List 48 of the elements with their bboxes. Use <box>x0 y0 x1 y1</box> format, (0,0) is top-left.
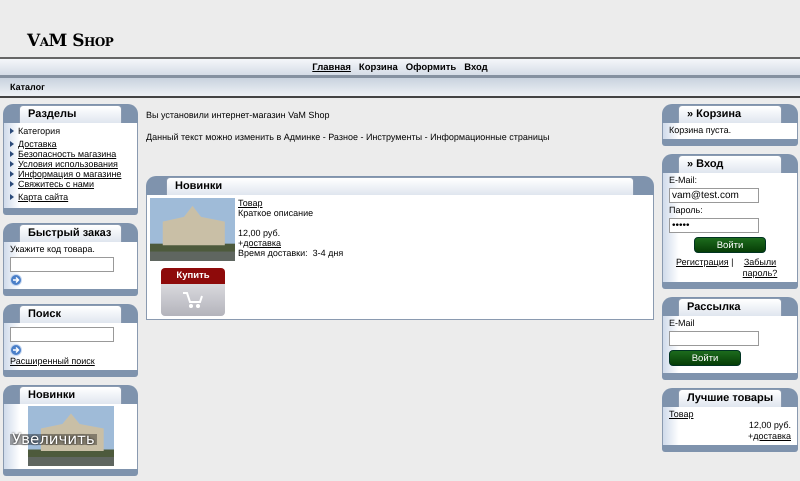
cart-message: Корзина пуста. <box>669 125 732 135</box>
product-description: Краткое описание <box>238 208 314 218</box>
box-title: Лучшие товары <box>678 389 782 407</box>
product-link[interactable]: Товар <box>238 198 344 208</box>
menu-link[interactable]: Свяжитесь с нами <box>18 179 94 189</box>
email-label: E-Mail <box>669 318 695 328</box>
hint-text: Укажите код товара. <box>10 244 95 254</box>
box-title: Новинки <box>166 177 634 195</box>
buy-button[interactable]: Купить <box>161 268 225 316</box>
email-label: E-Mail: <box>669 175 698 185</box>
password-label: Пароль: <box>669 205 703 215</box>
nav-link[interactable]: Вход <box>464 62 488 72</box>
menu-link[interactable]: Условия использования <box>18 159 118 169</box>
breadcrumb[interactable]: Каталог <box>10 82 45 92</box>
menu-link[interactable]: Карта сайта <box>18 192 68 202</box>
product-price: 12,00 руб. <box>748 420 791 431</box>
intro-text: Вы установили интернет-магазин VaM Shop <box>146 110 330 121</box>
menu-link[interactable]: Доставка <box>18 139 57 149</box>
delivery-time: Время доставки: 3-4 дня <box>238 248 344 258</box>
product-price: 12,00 руб. <box>238 228 282 238</box>
nav-link[interactable]: Главная <box>312 62 351 72</box>
menu-link[interactable]: Информация о магазине <box>18 169 122 179</box>
forgot-password-link[interactable]: Забыли пароль? <box>736 257 784 279</box>
shipping-link[interactable]: доставка <box>243 238 281 248</box>
advanced-search-link[interactable]: Расширенный поиск <box>10 356 95 366</box>
box-title: Поиск <box>19 305 122 323</box>
box-title: Новинки <box>19 386 122 404</box>
box-title: Разделы <box>19 105 122 123</box>
category-item[interactable]: Категория <box>18 126 60 136</box>
box-title: Рассылка <box>678 298 782 316</box>
register-link[interactable]: Регистрация <box>676 257 729 267</box>
subscribe-button[interactable]: Войти <box>669 350 741 366</box>
box-title: » Вход <box>678 155 782 173</box>
nav-link[interactable]: Корзина <box>358 62 398 72</box>
plus-sign: + <box>238 238 244 248</box>
separator: | <box>731 257 734 267</box>
product-link[interactable]: Товар <box>669 409 694 419</box>
zoom-caption[interactable]: Увеличить <box>10 434 97 445</box>
plus-sign: + <box>748 431 754 441</box>
box-title: Быстрый заказ <box>19 224 122 242</box>
menu-link[interactable]: Безопасность магазина <box>18 149 116 159</box>
login-button[interactable]: Войти <box>694 237 766 253</box>
intro-text: Данный текст можно изменить в Админке - Разное - Инструменты - Информационные страницы <box>146 132 550 143</box>
password-field[interactable]: ••••• <box>669 218 759 233</box>
nav-link[interactable]: Оформить <box>406 62 456 72</box>
email-field[interactable]: vam@test.com <box>669 188 759 203</box>
box-title: » Корзина <box>678 105 782 123</box>
shipping-link[interactable]: доставка <box>753 431 791 441</box>
